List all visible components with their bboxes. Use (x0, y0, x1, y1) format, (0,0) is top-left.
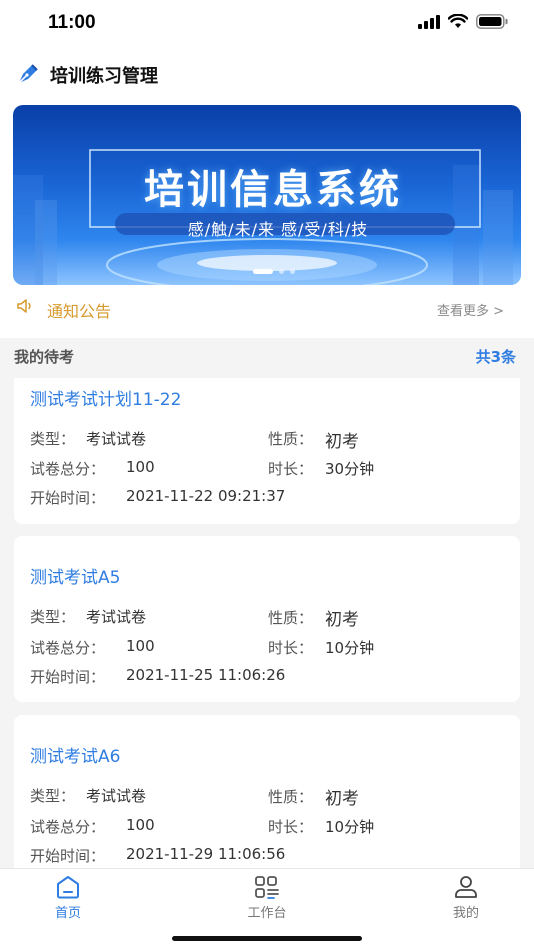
start-value: 2021-11-29 11:06:56 (126, 845, 286, 863)
banner-carousel[interactable]: 培训信息系统 感/触/未/来 感/受/科/技 (13, 105, 521, 285)
total-label: 试卷总分： (30, 818, 106, 836)
status-bar: 11:00 (0, 0, 534, 48)
nature-value: 初考 (325, 432, 359, 452)
status-time: 11:00 (48, 12, 96, 33)
carousel-indicator[interactable] (253, 269, 295, 274)
page-title: 培训练习管理 (50, 66, 158, 87)
banner-title: 培训信息系统 (144, 167, 402, 213)
app-header: 培训练习管理 (0, 56, 534, 96)
carousel-dot[interactable] (279, 269, 284, 274)
tab-home-label: 首页 (54, 906, 81, 921)
type-label: 类型： (30, 608, 76, 626)
nature-label: 性质： (268, 788, 314, 806)
exam-title: 测试考试A6 (30, 747, 121, 767)
speaker-icon (17, 299, 31, 313)
carousel-dot[interactable] (253, 269, 273, 274)
notice-bar[interactable]: 通知公告 查看更多 > (0, 292, 534, 326)
notice-label: 通知公告 (47, 302, 112, 321)
tab-workbench[interactable]: 工作台 (217, 875, 317, 921)
duration-value: 10分钟 (325, 818, 375, 836)
type-value: 考试试卷 (86, 608, 147, 626)
home-icon (57, 876, 79, 899)
home-indicator (172, 936, 362, 941)
duration-label: 时长： (268, 460, 314, 478)
person-icon (455, 876, 477, 898)
exam-count: 共3条 (475, 348, 516, 366)
view-more-link[interactable]: 查看更多 > (437, 300, 504, 319)
nature-label: 性质： (268, 609, 314, 627)
duration-value: 10分钟 (325, 639, 375, 657)
wifi-icon (448, 14, 468, 28)
type-value: 考试试卷 (86, 787, 147, 805)
carousel-dot[interactable] (290, 269, 295, 274)
start-label: 开始时间： (30, 668, 106, 686)
start-value: 2021-11-25 11:06:26 (126, 666, 286, 684)
total-value: 100 (126, 458, 155, 476)
banner-subtitle: 感/触/未/来 感/受/科/技 (187, 220, 369, 239)
grid-icon (255, 876, 279, 899)
duration-value: 30分钟 (325, 460, 375, 478)
total-label: 试卷总分： (30, 639, 106, 657)
tab-workbench-label: 工作台 (247, 906, 287, 921)
duration-label: 时长： (268, 639, 314, 657)
total-value: 100 (126, 816, 155, 834)
pending-exams-section: 我的待考 共3条 测试考试计划11-22 类型： 考试试卷 性质： 初考 试卷总… (0, 338, 534, 868)
nature-value: 初考 (325, 789, 359, 809)
tab-home[interactable]: 首页 (18, 875, 118, 921)
pen-logo-icon (18, 64, 38, 84)
tab-mine-label: 我的 (452, 906, 479, 921)
exam-card[interactable]: 测试考试A5 类型： 考试试卷 性质： 初考 试卷总分： 100 时长： 10分… (14, 536, 520, 702)
start-value: 2021-11-22 09:21:37 (126, 487, 286, 505)
nature-value: 初考 (325, 610, 359, 630)
exam-card[interactable]: 测试考试计划11-22 类型： 考试试卷 性质： 初考 试卷总分： 100 时长… (14, 378, 520, 524)
start-label: 开始时间： (30, 489, 106, 507)
total-label: 试卷总分： (30, 460, 106, 478)
exam-card[interactable]: 测试考试A6 类型： 考试试卷 性质： 初考 试卷总分： 100 时长： 10分… (14, 715, 520, 868)
exam-title: 测试考试计划11-22 (30, 390, 182, 410)
signal-icon (418, 14, 440, 29)
battery-icon (476, 14, 508, 29)
nature-label: 性质： (268, 430, 314, 448)
status-icons (418, 14, 508, 29)
tab-mine[interactable]: 我的 (416, 875, 516, 921)
section-heading: 我的待考 (14, 348, 75, 366)
type-label: 类型： (30, 430, 76, 448)
type-label: 类型： (30, 787, 76, 805)
start-label: 开始时间： (30, 847, 106, 865)
total-value: 100 (126, 637, 155, 655)
exam-title: 测试考试A5 (30, 568, 121, 588)
type-value: 考试试卷 (86, 430, 147, 448)
duration-label: 时长： (268, 818, 314, 836)
